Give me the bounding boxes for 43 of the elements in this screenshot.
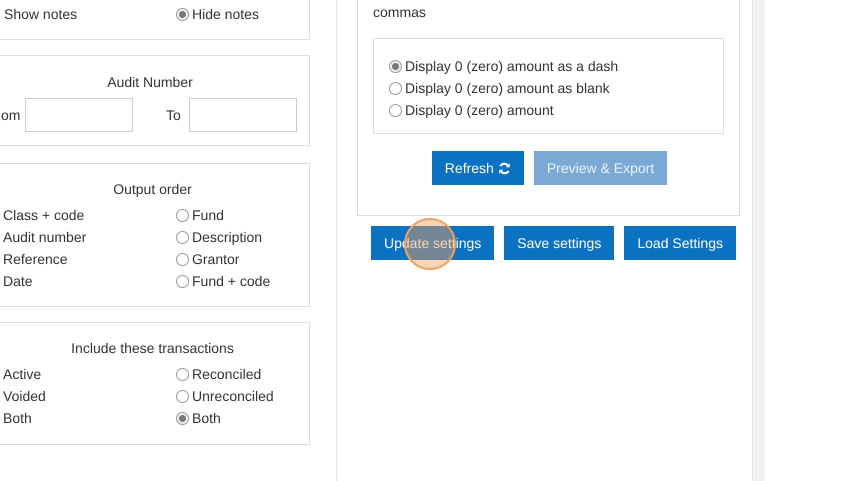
radio-button[interactable] [176,368,189,380]
option-text: commas [373,3,427,22]
field-label: To [166,106,181,124]
radio-button[interactable] [176,390,189,402]
radio-label[interactable]: Display 0 (zero) amount [405,100,554,120]
radio-label[interactable]: Display 0 (zero) amount as blank [405,78,610,98]
radio-label[interactable]: Grantor [192,248,240,270]
card-title: Output order [113,180,192,199]
radio-button[interactable] [176,252,189,266]
radio-label[interactable]: Fund [192,204,224,226]
radio-button[interactable] [389,104,402,116]
radio-button[interactable] [176,274,189,288]
radio-label[interactable]: Hide notes [192,4,259,24]
option-label: Active [3,364,42,384]
radio-label[interactable]: Unreconciled [192,386,274,406]
scrollbar-track[interactable] [752,0,765,481]
settings-button[interactable]: Load Settings [624,226,736,260]
radio-button[interactable] [176,208,189,222]
radio-button[interactable] [176,8,189,20]
radio-label[interactable]: Display 0 (zero) amount as a dash [405,56,618,76]
radio-button[interactable] [176,412,189,424]
input-field[interactable] [25,98,133,132]
radio-button[interactable] [389,82,402,94]
radio-button[interactable] [389,60,402,72]
radio-label[interactable]: Description [192,226,262,248]
option-label: Date [3,272,33,290]
option-label: Voided [3,386,46,406]
radio-button[interactable] [176,230,189,244]
card-title: Include these transactions [71,338,234,358]
refresh-icon [498,162,511,174]
radio-label[interactable]: Fund + code [192,270,270,292]
input-field[interactable] [188,98,297,132]
option-label: Reference [3,250,68,268]
option-label: Audit number [3,228,86,246]
field-label: om [1,106,21,124]
option-label: Class + code [3,206,84,224]
card-title: Audit Number [106,73,193,92]
settings-button[interactable]: Save settings [504,226,614,260]
option-label: Both [3,408,32,428]
radio-label[interactable]: Reconciled [192,364,262,384]
option-label: Show notes [4,6,78,22]
action-button[interactable]: Refresh [432,151,524,185]
radio-label[interactable]: Both [192,408,221,428]
